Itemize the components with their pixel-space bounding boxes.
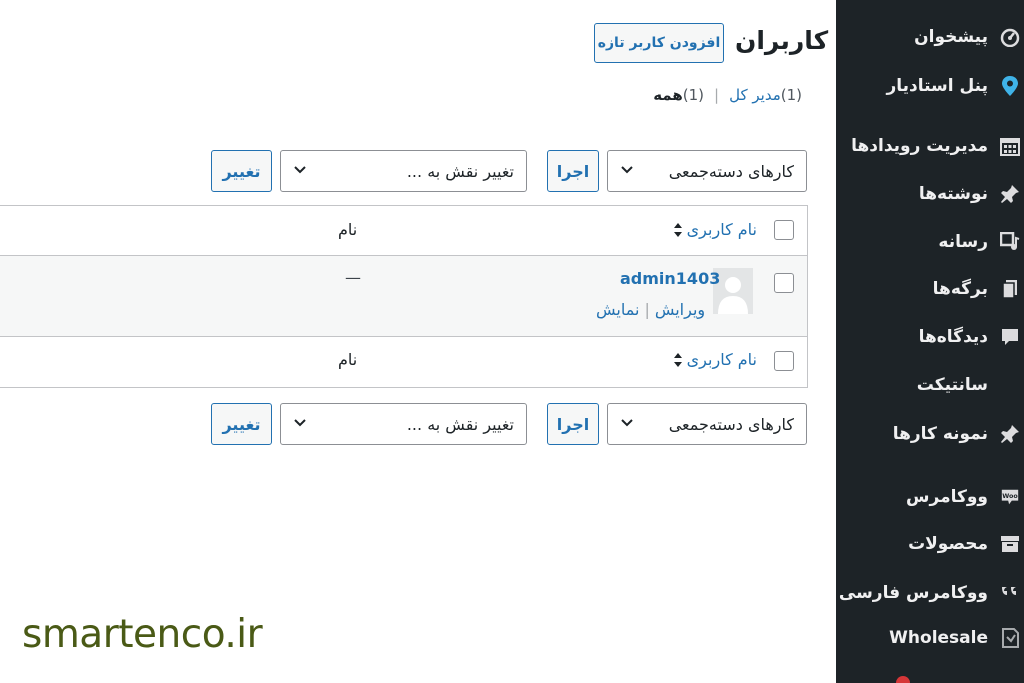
- row-actions-separator: |: [644, 300, 650, 319]
- sidebar-item-label: محصولات: [908, 534, 988, 554]
- sort-icon[interactable]: [673, 222, 683, 238]
- wholesale-icon: [1000, 628, 1020, 648]
- apply-button-top[interactable]: اجرا: [547, 150, 599, 192]
- watermark-text: smartenco.ir: [22, 612, 263, 657]
- notification-badge: [896, 676, 910, 683]
- dashboard-icon: [1000, 27, 1020, 47]
- sidebar-item-label: پنل استادیار: [886, 76, 988, 96]
- table-footer-row: نام کاربری نام: [0, 337, 807, 388]
- sidebar-item-products[interactable]: محصولات: [836, 524, 1024, 564]
- column-footer-username[interactable]: نام کاربری: [687, 350, 757, 369]
- table-header-row: نام کاربری نام: [0, 206, 807, 256]
- sidebar-item-label: دیدگاه‌ها: [918, 327, 988, 347]
- woo-icon: Woo: [1000, 487, 1020, 507]
- archive-icon: [1000, 534, 1020, 554]
- change-role-select-top[interactable]: تغییر نقش به ...: [280, 150, 527, 192]
- sidebar-item-label: نمونه کارها: [892, 424, 988, 444]
- sidebar-item-media[interactable]: رسانه: [836, 222, 1024, 262]
- change-role-value: تغییر نقش به ...: [406, 414, 514, 434]
- column-footer-name: نام: [338, 350, 358, 369]
- sidebar-item-label: Wholesale: [889, 628, 988, 648]
- bulk-actions-value: کارهای دسته‌جمعی: [668, 161, 794, 181]
- sidebar-item-label: ووکامرس: [906, 487, 988, 507]
- add-new-user-button[interactable]: افزودن کاربر تازه: [594, 23, 724, 63]
- sidebar-item-label: نوشته‌ها: [918, 184, 988, 204]
- apply-button-bottom[interactable]: اجرا: [547, 403, 599, 445]
- select-all-checkbox[interactable]: [774, 220, 794, 240]
- pages-icon: [1000, 279, 1020, 299]
- change-role-button-bottom[interactable]: تغییر: [211, 403, 272, 445]
- change-role-select-bottom[interactable]: تغییر نقش به ...: [280, 403, 527, 445]
- change-role-value: تغییر نقش به ...: [406, 161, 514, 181]
- row-actions: ویرایش | نمایش: [596, 300, 705, 319]
- sidebar-item-label: ووکامرس فارسی: [838, 583, 988, 603]
- location-pin-icon: [1000, 76, 1020, 96]
- filter-separator: |: [714, 86, 720, 104]
- sidebar-item-events[interactable]: مدیریت رویدادها: [836, 126, 1024, 166]
- role-filter-links: همه (1) | مدیر کل (1): [653, 86, 807, 104]
- page-title: کاربران: [735, 26, 829, 55]
- sidebar-item-dashboard[interactable]: پیشخوان: [836, 17, 1024, 57]
- pin-icon: [1000, 424, 1020, 444]
- bulk-actions-select-top[interactable]: کارهای دسته‌جمعی: [607, 150, 807, 192]
- chevron-down-icon: [621, 419, 633, 427]
- filter-admin-link[interactable]: مدیر کل: [729, 86, 781, 104]
- pin-icon: [1000, 184, 1020, 204]
- bulk-actions-value: کارهای دسته‌جمعی: [668, 414, 794, 434]
- sidebar-item-santicket[interactable]: سانتیکت: [836, 365, 1024, 405]
- select-all-checkbox-footer[interactable]: [774, 351, 794, 371]
- sidebar-item-woocommerce[interactable]: Woo ووکامرس: [836, 477, 1024, 517]
- column-header-name: نام: [338, 220, 358, 239]
- sidebar-item-portfolio[interactable]: نمونه کارها: [836, 414, 1024, 454]
- bulk-actions-select-bottom[interactable]: کارهای دسته‌جمعی: [607, 403, 807, 445]
- sidebar-item-pages[interactable]: برگه‌ها: [836, 269, 1024, 309]
- calendar-icon: [1000, 136, 1020, 156]
- chevron-down-icon: [621, 166, 633, 174]
- sort-icon[interactable]: [673, 352, 683, 368]
- comment-icon: [1000, 327, 1020, 347]
- sidebar-item-label: مدیریت رویدادها: [851, 136, 988, 156]
- sidebar-item-label: رسانه: [938, 232, 988, 252]
- quote-icon: [1000, 583, 1020, 603]
- user-full-name: —: [345, 268, 361, 287]
- chevron-down-icon: [294, 166, 306, 174]
- row-checkbox[interactable]: [774, 273, 794, 293]
- filter-all-label[interactable]: همه: [653, 86, 683, 104]
- sidebar-item-assistant-panel[interactable]: پنل استادیار: [836, 66, 1024, 106]
- sidebar-item-label: برگه‌ها: [932, 279, 988, 299]
- admin-sidebar: پیشخوان پنل استادیار مدیریت رویدادها نوش…: [836, 0, 1024, 683]
- sidebar-item-comments[interactable]: دیدگاه‌ها: [836, 317, 1024, 357]
- sidebar-item-woocommerce-persian[interactable]: ووکامرس فارسی: [836, 573, 1024, 613]
- sidebar-item-label: پیشخوان: [914, 27, 988, 47]
- edit-user-link[interactable]: ویرایش: [655, 300, 705, 319]
- chevron-down-icon: [294, 419, 306, 427]
- filter-admin-count: (1): [780, 86, 802, 104]
- change-role-button-top[interactable]: تغییر: [211, 150, 272, 192]
- sidebar-item-label: سانتیکت: [916, 375, 988, 395]
- view-user-link[interactable]: نمایش: [596, 300, 639, 319]
- svg-text:Woo: Woo: [1002, 493, 1018, 500]
- column-header-username[interactable]: نام کاربری: [687, 220, 757, 239]
- sidebar-item-wholesale[interactable]: Wholesale: [836, 618, 1024, 658]
- filter-all-count: (1): [682, 86, 705, 104]
- sidebar-item-posts[interactable]: نوشته‌ها: [836, 174, 1024, 214]
- table-row: admin1403 ویرایش | نمایش —: [0, 256, 807, 337]
- users-table: نام کاربری نام admin1403 ویرایش | نمایش …: [0, 205, 808, 388]
- username-link[interactable]: admin1403: [620, 269, 720, 288]
- media-icon: [1000, 232, 1020, 252]
